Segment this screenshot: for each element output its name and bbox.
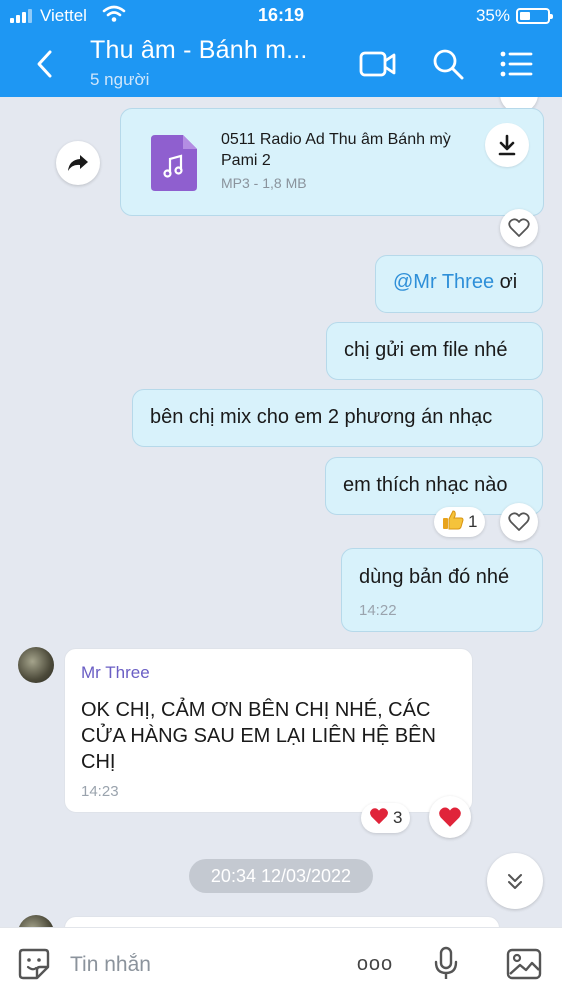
incoming-message[interactable]: Mr Three OK CHỊ, CẢM ƠN BÊN CHỊ NHÉ, CÁC… [64, 648, 473, 813]
search-icon [433, 49, 464, 80]
outgoing-message[interactable]: bên chị mix cho em 2 phương án nhạc [132, 389, 543, 447]
member-count[interactable]: 5 người [90, 70, 149, 90]
message-text: em thích nhạc nào [343, 474, 508, 496]
message-text: ơi [494, 271, 518, 293]
reaction-count: 3 [393, 808, 403, 827]
message-text: OK CHỊ, CẢM ƠN BÊN CHỊ NHÉ, CÁC CỬA HÀNG… [81, 699, 436, 773]
mention[interactable]: @Mr Three [393, 271, 494, 293]
sticker-smile-icon [18, 948, 50, 980]
date-separator: 20:34 12/03/2022 [189, 859, 373, 893]
battery-percent: 35% [475, 6, 510, 25]
file-meta: MP3 - 1,8 MB [221, 175, 307, 191]
message-text: dùng bản đó nhé [359, 566, 510, 588]
video-call-button[interactable] [358, 44, 398, 84]
chat-area[interactable]: 0511 Radio Ad Thu âm Bánh mỳ Pami 2 MP3 … [0, 97, 562, 927]
chevron-left-icon [37, 50, 52, 78]
composer-bar: ooo [0, 927, 562, 1000]
list-menu-icon [500, 51, 533, 77]
file-message[interactable]: 0511 Radio Ad Thu âm Bánh mỳ Pami 2 MP3 … [120, 108, 544, 216]
back-button[interactable] [26, 44, 62, 84]
status-bar: Viettel 16:19 35% [0, 0, 562, 32]
share-arrow-icon [68, 155, 88, 171]
heart-icon [369, 807, 389, 830]
voice-record-button[interactable] [426, 944, 466, 984]
message-text: chị gửi em file nhé [344, 339, 508, 361]
file-name: 0511 Radio Ad Thu âm Bánh mỳ Pami 2 [221, 131, 451, 169]
menu-button[interactable] [496, 44, 536, 84]
outgoing-message[interactable]: chị gửi em file nhé [326, 322, 543, 380]
message-text: bên chị mix cho em 2 phương án nhạc [150, 406, 493, 428]
message-time: 14:22 [359, 602, 397, 619]
message-input[interactable] [70, 950, 330, 980]
outgoing-message[interactable]: dùng bản đó nhé 14:22 [341, 548, 543, 632]
top-bar: Viettel 16:19 35% Thu âm - Bánh m... 5 n… [0, 0, 562, 97]
forward-button[interactable] [56, 141, 100, 185]
reaction-button[interactable] [500, 503, 538, 541]
video-camera-icon [359, 51, 396, 77]
battery-icon [516, 8, 553, 24]
incoming-message[interactable] [64, 916, 500, 927]
microphone-icon [434, 946, 458, 979]
reaction-summary[interactable]: 1 [434, 507, 486, 537]
outgoing-message[interactable]: @Mr Three ơi [375, 255, 543, 313]
heart-outline-icon [508, 218, 530, 237]
search-button[interactable] [428, 44, 468, 84]
audio-file-icon [151, 135, 197, 191]
download-button[interactable] [485, 123, 529, 167]
message-time: 14:23 [81, 783, 119, 800]
chat-title[interactable]: Thu âm - Bánh m... [90, 36, 308, 65]
scroll-to-bottom-button[interactable] [487, 853, 543, 909]
double-chevron-down-icon [508, 874, 522, 889]
image-picker-button[interactable] [504, 944, 544, 984]
reaction-button[interactable] [500, 209, 538, 247]
image-icon [506, 948, 542, 980]
thumbs-up-icon [442, 509, 464, 535]
reaction-count: 1 [468, 512, 478, 531]
reaction-button[interactable] [429, 796, 471, 838]
sender-name[interactable]: Mr Three [81, 663, 150, 683]
avatar[interactable] [18, 915, 54, 927]
more-dots-icon: ooo [356, 952, 394, 975]
reaction-summary[interactable]: 3 [361, 803, 411, 833]
download-icon [498, 134, 516, 156]
more-options-button[interactable]: ooo [350, 944, 400, 984]
heart-outline-icon [508, 512, 530, 531]
avatar[interactable] [18, 647, 54, 683]
sticker-button[interactable] [14, 944, 54, 984]
heart-icon [439, 807, 461, 827]
